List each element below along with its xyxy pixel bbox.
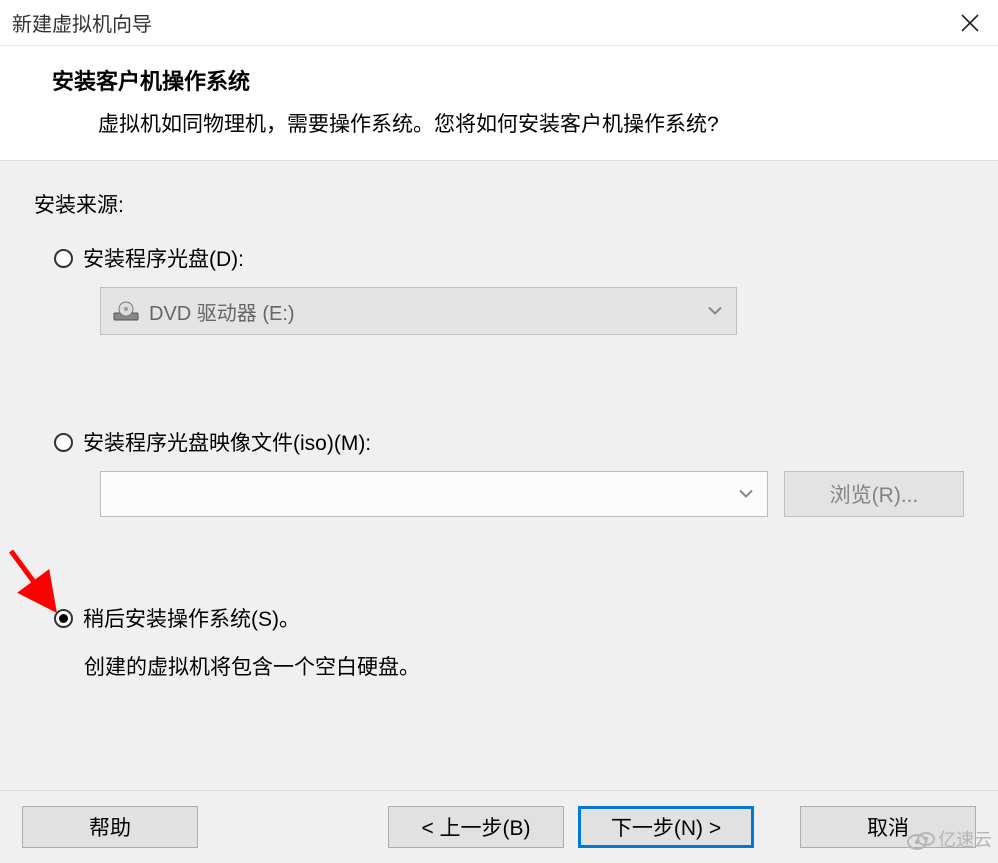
page-subtitle: 虚拟机如同物理机，需要操作系统。您将如何安装客户机操作系统? xyxy=(52,108,962,138)
iso-path-combobox[interactable] xyxy=(100,471,768,517)
wizard-body: 安装来源: 安装程序光盘(D): DVD 驱动器 (E:) 安装程 xyxy=(0,161,998,790)
chevron-down-icon xyxy=(708,307,722,316)
window-title: 新建虚拟机向导 xyxy=(12,8,152,37)
iso-row: 浏览(R)... xyxy=(100,471,964,517)
cancel-button[interactable]: 取消 xyxy=(800,806,976,848)
option-iso-label: 安装程序光盘映像文件(iso)(M): xyxy=(83,427,371,457)
option-install-later[interactable]: 稍后安装操作系统(S)。 xyxy=(54,603,964,633)
browse-button[interactable]: 浏览(R)... xyxy=(784,471,964,517)
disc-drive-select[interactable]: DVD 驱动器 (E:) xyxy=(100,287,737,335)
chevron-down-icon xyxy=(739,490,753,499)
option-later-label: 稍后安装操作系统(S)。 xyxy=(83,603,300,633)
close-icon xyxy=(961,14,979,32)
wizard-header: 安装客户机操作系统 虚拟机如同物理机，需要操作系统。您将如何安装客户机操作系统? xyxy=(0,46,998,161)
back-button-label: < 上一步(B) xyxy=(421,812,530,842)
help-button-label: 帮助 xyxy=(89,812,131,842)
back-button[interactable]: < 上一步(B) xyxy=(388,806,564,848)
page-title: 安装客户机操作系统 xyxy=(52,64,962,96)
browse-button-label: 浏览(R)... xyxy=(830,479,919,509)
close-button[interactable] xyxy=(948,1,992,45)
wizard-footer: 帮助 < 上一步(B) 下一步(N) > 取消 xyxy=(0,790,998,863)
help-button[interactable]: 帮助 xyxy=(22,806,198,848)
cancel-button-label: 取消 xyxy=(867,812,909,842)
disc-drive-text: DVD 驱动器 (E:) xyxy=(149,297,295,326)
next-button[interactable]: 下一步(N) > xyxy=(578,806,754,848)
option-later-note: 创建的虚拟机将包含一个空白硬盘。 xyxy=(54,651,964,681)
disc-drive-icon xyxy=(113,301,139,321)
radio-later[interactable] xyxy=(54,609,73,628)
titlebar: 新建虚拟机向导 xyxy=(0,0,998,46)
option-installer-iso[interactable]: 安装程序光盘映像文件(iso)(M): xyxy=(54,427,964,457)
option-disc-label: 安装程序光盘(D): xyxy=(83,243,244,273)
install-source-group: 安装程序光盘(D): DVD 驱动器 (E:) 安装程序光盘映像文件(iso)(… xyxy=(34,243,964,681)
install-source-label: 安装来源: xyxy=(34,189,964,219)
next-button-label: 下一步(N) > xyxy=(611,812,721,842)
radio-disc[interactable] xyxy=(54,249,73,268)
radio-iso[interactable] xyxy=(54,433,73,452)
option-installer-disc[interactable]: 安装程序光盘(D): xyxy=(54,243,964,273)
